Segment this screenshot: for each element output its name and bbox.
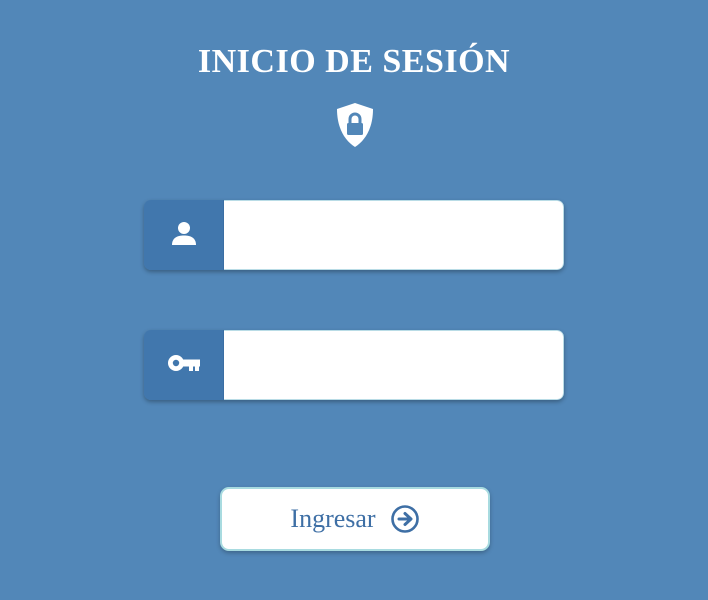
username-addon (144, 200, 224, 270)
password-addon (144, 330, 224, 400)
user-icon (171, 220, 197, 251)
username-input[interactable] (224, 200, 564, 270)
password-field-group (144, 330, 564, 400)
page-title: INICIO DE SESIÓN (197, 43, 511, 80)
shield-lock-icon (334, 101, 376, 149)
submit-button[interactable]: Ingresar (220, 487, 490, 551)
password-input[interactable] (224, 330, 564, 400)
submit-button-label: Ingresar (290, 504, 376, 533)
arrow-circle-right-icon (390, 504, 420, 534)
key-icon (167, 353, 201, 378)
username-field-group (144, 200, 564, 270)
